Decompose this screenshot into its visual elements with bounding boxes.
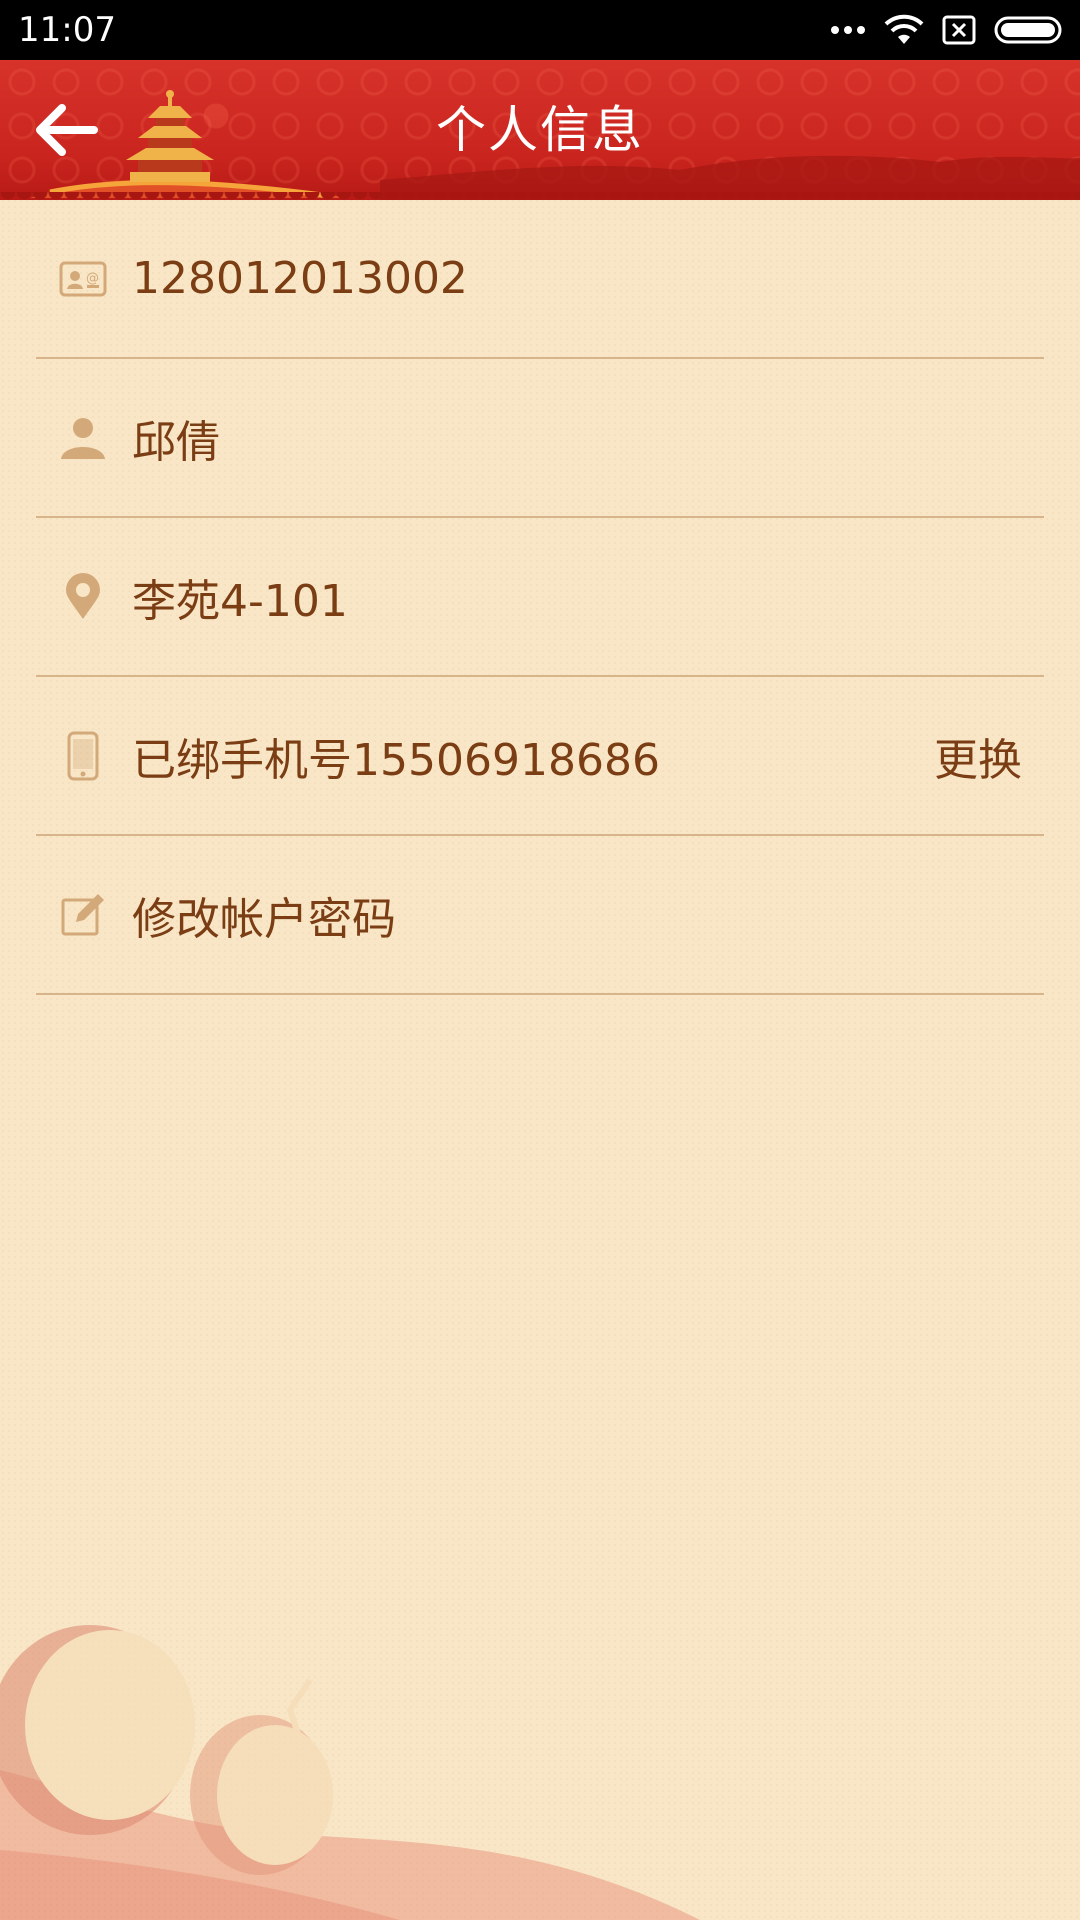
info-list: @ 128012013002 邱倩 李苑4-101 已绑手机号155069186… <box>36 200 1044 995</box>
battery-icon <box>994 16 1062 44</box>
page-title: 个人信息 <box>436 101 644 159</box>
wifi-icon <box>884 14 924 44</box>
svg-text:@: @ <box>86 271 99 286</box>
status-bar: 11:07 <box>0 0 1080 60</box>
status-time: 11:07 <box>18 10 116 50</box>
change-password-text: 修改帐户密码 <box>132 893 396 945</box>
change-password-row[interactable]: 修改帐户密码 <box>36 836 1044 995</box>
person-icon <box>58 413 108 463</box>
phone-row[interactable]: 已绑手机号15506918686 更换 <box>36 677 1044 836</box>
name-text: 邱倩 <box>132 416 220 468</box>
change-phone-button[interactable]: 更换 <box>934 724 1022 788</box>
header-scallop-edge <box>0 192 1080 200</box>
phone-icon <box>58 731 108 781</box>
no-sim-icon <box>942 15 976 45</box>
drums-decoration <box>0 1625 700 1920</box>
edit-icon <box>58 890 108 940</box>
location-pin-icon <box>58 572 108 622</box>
address-text: 李苑4-101 <box>132 575 348 627</box>
phone-text: 已绑手机号15506918686 <box>132 734 660 786</box>
more-dots-icon <box>831 26 865 34</box>
app-header: 个人信息 <box>0 60 1080 200</box>
address-row: 李苑4-101 <box>36 518 1044 677</box>
name-row: 邱倩 <box>36 359 1044 518</box>
account-id-row: @ 128012013002 <box>36 200 1044 359</box>
status-icons <box>830 10 1066 50</box>
account-id-text: 128012013002 <box>132 253 468 304</box>
id-card-icon: @ <box>58 254 108 304</box>
